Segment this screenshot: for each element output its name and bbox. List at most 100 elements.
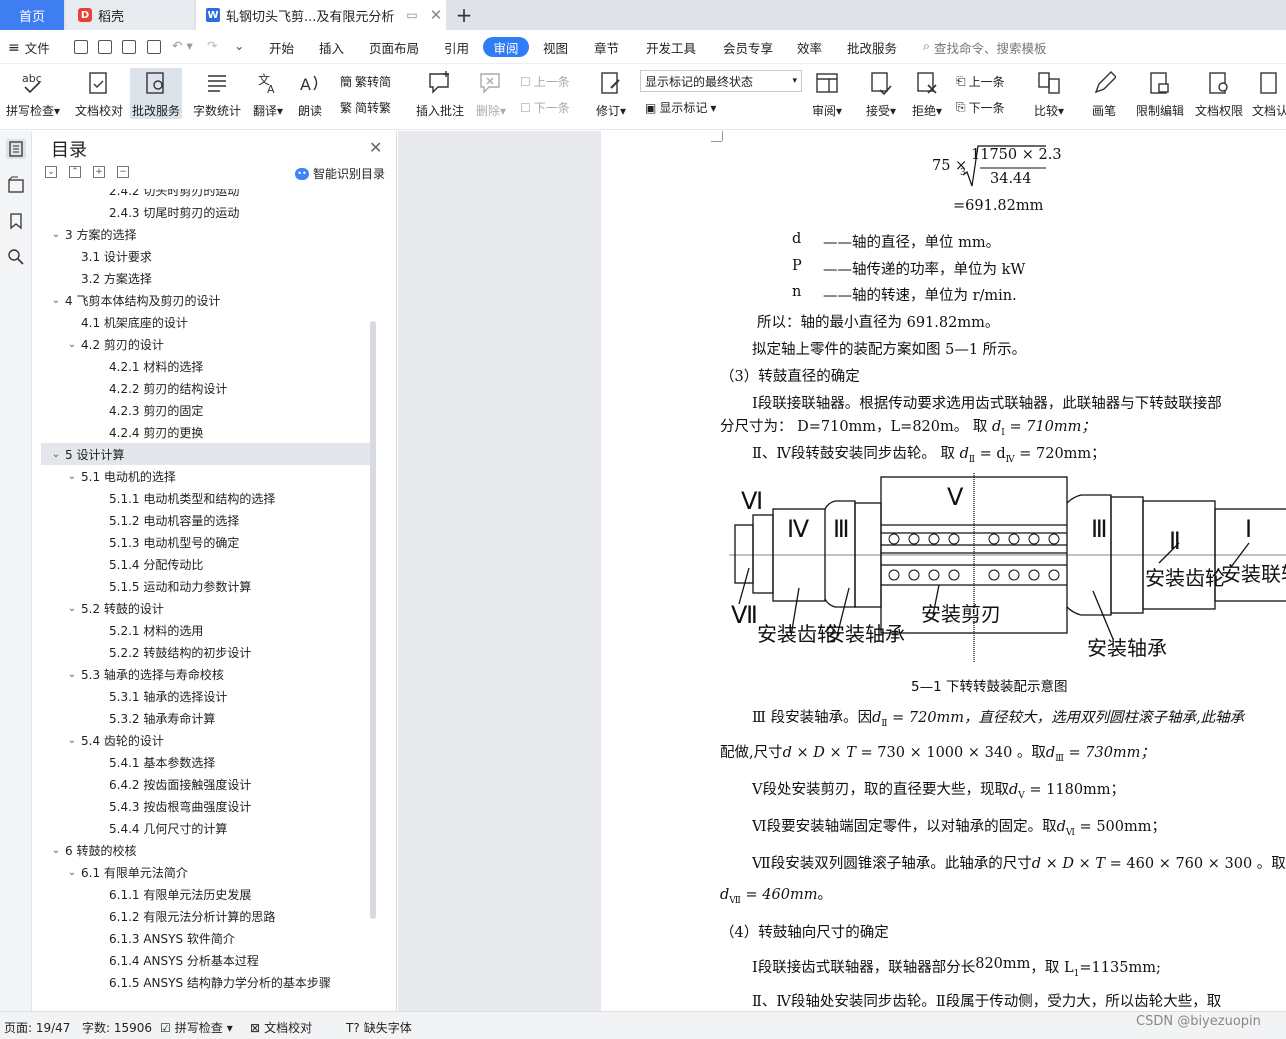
toc-item[interactable]: 5.1.3 电动机型号的确定: [41, 531, 371, 553]
document-page[interactable]: 75 × 3 11750 × 2.3 34.44 =691.82mm d ——轴…: [601, 131, 1286, 1011]
toc-item[interactable]: 2.4.2 切头时剪刃的运动: [41, 189, 371, 201]
accept-button[interactable]: 接受▾: [866, 68, 896, 119]
revise-service-button[interactable]: 批改服务: [130, 68, 183, 119]
export-pdf-icon[interactable]: [98, 40, 112, 54]
toc-item[interactable]: 4.2.2 剪刃的结构设计: [41, 377, 371, 399]
read-aloud-button[interactable]: A 朗读: [296, 68, 324, 119]
chevron-down-icon[interactable]: ⌄: [49, 229, 63, 240]
tab-close-icon[interactable]: ✕: [430, 6, 443, 24]
close-icon[interactable]: ✕: [369, 138, 382, 157]
next-change-button[interactable]: ⎘ 下一条: [956, 99, 1005, 116]
restrict-edit-button[interactable]: 限制编辑: [1136, 68, 1184, 119]
search-icon[interactable]: [6, 247, 26, 267]
menu-member[interactable]: 会员专享: [723, 38, 773, 57]
new-tab-button[interactable]: +: [452, 2, 476, 28]
to-simplified-button[interactable]: 繁简转繁: [340, 99, 391, 116]
toc-item[interactable]: 5.4.3 按齿根弯曲强度设计: [41, 795, 371, 817]
toc-item[interactable]: 6.1.3 ANSYS 软件简介: [41, 927, 371, 949]
chevron-down-icon[interactable]: ⌄: [65, 735, 79, 746]
file-menu[interactable]: ≡ 文件: [8, 38, 50, 57]
toc-item[interactable]: ⌄ 4 飞剪本体结构及剪刃的设计: [41, 289, 371, 311]
toc-item[interactable]: ⌄ 3 方案的选择: [41, 223, 371, 245]
status-missing-font[interactable]: T? 缺失字体: [346, 1019, 412, 1036]
delete-comment-button[interactable]: 删除▾: [476, 68, 506, 119]
toc-item[interactable]: 5.3.2 轴承寿命计算: [41, 707, 371, 729]
toc-add-icon[interactable]: +: [93, 166, 105, 178]
toc-item[interactable]: 5.4.4 几何尺寸的计算: [41, 817, 371, 839]
status-proofread[interactable]: ⊠ 文档校对: [250, 1019, 312, 1036]
toc-item[interactable]: 6.4.2 按齿面接触强度设计: [41, 773, 371, 795]
menu-start[interactable]: 开始: [269, 38, 294, 57]
toc-item[interactable]: ⌄ 5.3 轴承的选择与寿命校核: [41, 663, 371, 685]
to-traditional-button[interactable]: 簡繁转简: [340, 73, 391, 90]
toc-item[interactable]: 6.1.5 ANSYS 结构静力学分析的基本步骤: [41, 971, 371, 993]
toc-item[interactable]: 5.1.1 电动机类型和结构的选择: [41, 487, 371, 509]
toc-item[interactable]: 4.1 机架底座的设计: [41, 311, 371, 333]
toc-item[interactable]: 3.1 设计要求: [41, 245, 371, 267]
proofread-button[interactable]: 文档校对: [75, 68, 123, 119]
page-indicator[interactable]: 页面: 19/47: [4, 1019, 70, 1036]
toc-item[interactable]: 5.4.1 基本参数选择: [41, 751, 371, 773]
prev-comment-button[interactable]: ☐ 上一条: [520, 73, 570, 90]
toc-remove-icon[interactable]: −: [117, 166, 129, 178]
tab-document[interactable]: W 轧钢切头飞剪...及有限元分析 ▭ ✕: [196, 0, 446, 30]
toc-item[interactable]: 6.1.2 有限元法分析计算的思路: [41, 905, 371, 927]
toc-item[interactable]: ⌄ 6.1 有限单元法简介: [41, 861, 371, 883]
compare-button[interactable]: 比较▾: [1034, 68, 1064, 119]
toc-item[interactable]: 6.1.1 有限单元法历史发展: [41, 883, 371, 905]
chevron-down-icon[interactable]: ⌄: [65, 603, 79, 614]
toc-expand-icon[interactable]: ⌃: [69, 166, 81, 178]
chevron-down-icon[interactable]: ⌄: [49, 845, 63, 856]
save-icon[interactable]: [74, 40, 88, 54]
chevron-down-icon[interactable]: ⌄: [65, 471, 79, 482]
quick-access-chevron-icon[interactable]: ⌄: [234, 38, 244, 53]
pen-button[interactable]: 画笔: [1090, 68, 1118, 119]
show-markup-button[interactable]: ▣ 显示标记 ▾: [645, 99, 716, 116]
chapter-nav-icon[interactable]: [6, 175, 26, 195]
doc-permission-button[interactable]: 文档权限: [1195, 68, 1243, 119]
toc-item[interactable]: 5.1.2 电动机容量的选择: [41, 509, 371, 531]
toc-item[interactable]: 5.2.2 转鼓结构的初步设计: [41, 641, 371, 663]
markup-state-select[interactable]: 显示标记的最终状态 ▾: [640, 70, 802, 92]
review-pane-button[interactable]: 审阅▾: [812, 68, 842, 119]
word-count-button[interactable]: 字数统计: [193, 68, 241, 119]
toc-item[interactable]: 4.2.4 剪刃的更换: [41, 421, 371, 443]
chevron-down-icon[interactable]: ⌄: [65, 867, 79, 878]
chevron-down-icon[interactable]: ⌄: [49, 449, 63, 460]
insert-comment-button[interactable]: 插入批注: [416, 68, 464, 119]
print-preview-icon[interactable]: [147, 40, 161, 54]
chevron-down-icon[interactable]: ⌄: [65, 339, 79, 350]
toc-item[interactable]: 2.4.3 切尾时剪刃的运动: [41, 201, 371, 223]
redo-icon[interactable]: ↷: [207, 38, 217, 53]
bookmark-icon[interactable]: [6, 211, 26, 231]
chevron-down-icon[interactable]: ⌄: [49, 295, 63, 306]
status-spellcheck[interactable]: ☑ 拼写检查 ▾: [160, 1019, 233, 1036]
menu-insert[interactable]: 插入: [319, 38, 344, 57]
reject-button[interactable]: 拒绝▾: [912, 68, 942, 119]
menu-review[interactable]: 审阅: [483, 37, 529, 57]
toc-item[interactable]: ⌄ 5 设计计算: [41, 443, 371, 465]
toc-item[interactable]: 5.2.1 材料的选用: [41, 619, 371, 641]
toc-panel-icon[interactable]: [6, 139, 26, 159]
chevron-down-icon[interactable]: ⌄: [65, 669, 79, 680]
tab-daoke[interactable]: D 稻壳: [66, 0, 194, 30]
toc-item[interactable]: 4.2.1 材料的选择: [41, 355, 371, 377]
doc-auth-button[interactable]: 文档认: [1252, 68, 1286, 119]
toc-item[interactable]: 5.3.1 轴承的选择设计: [41, 685, 371, 707]
print-icon[interactable]: [122, 40, 136, 54]
menu-view[interactable]: 视图: [543, 38, 568, 57]
toc-item[interactable]: ⌄ 5.4 齿轮的设计: [41, 729, 371, 751]
tab-restore-icon[interactable]: ▭: [406, 8, 417, 22]
toc-scrollbar[interactable]: [370, 321, 376, 919]
menu-dev-tools[interactable]: 开发工具: [646, 38, 696, 57]
toc-item[interactable]: 4.2.3 剪刃的固定: [41, 399, 371, 421]
tab-home[interactable]: 首页: [0, 0, 64, 30]
toc-item[interactable]: 6.1.4 ANSYS 分析基本过程: [41, 949, 371, 971]
menu-reference[interactable]: 引用: [444, 38, 469, 57]
toc-item[interactable]: ⌄ 5.1 电动机的选择: [41, 465, 371, 487]
command-search[interactable]: ⌕ 查找命令、搜索模板: [923, 38, 1047, 57]
toc-item[interactable]: ⌄ 4.2 剪刃的设计: [41, 333, 371, 355]
menu-page-layout[interactable]: 页面布局: [369, 38, 419, 57]
toc-item[interactable]: ⌄ 5.2 转鼓的设计: [41, 597, 371, 619]
toc-item[interactable]: 5.1.4 分配传动比: [41, 553, 371, 575]
